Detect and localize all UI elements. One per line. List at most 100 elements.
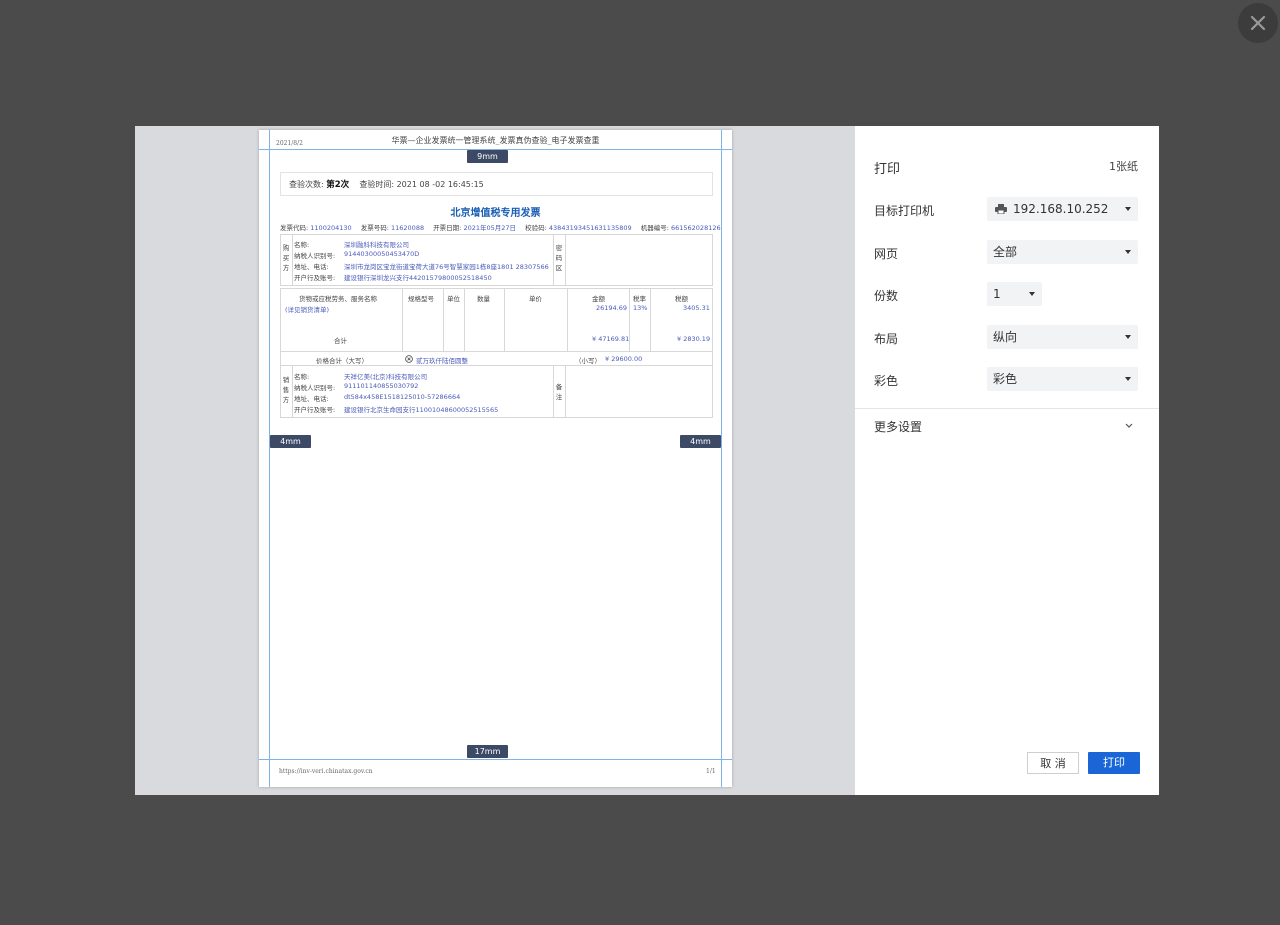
sheet-count: 1张纸 xyxy=(1109,160,1138,173)
seller-bank-value: 建设银行北京生命园支行11001048600052515565 xyxy=(344,406,499,414)
panel-title: 打印 xyxy=(874,162,901,177)
buyer-address-value: 深圳市龙岗区宝龙街道宝荷大道76号智慧家园1栋8座1801 28307566 xyxy=(344,263,549,271)
item-amount: 26194.69 xyxy=(596,304,628,312)
more-settings-toggle[interactable]: 更多设置 xyxy=(855,409,1159,443)
items-header-unit: 单位 xyxy=(447,295,460,303)
meta-label: 发票代码: xyxy=(280,224,309,232)
items-header-amount: 金额 xyxy=(592,295,605,303)
price-total-label: 价格合计（大写） xyxy=(316,357,368,365)
items-total-label: 合计 xyxy=(334,337,347,345)
print-preview: 2021/8/2 华票—企业发票统一管理系统_发票真伪查验_电子发票查重 9mm… xyxy=(135,126,855,795)
buyer-taxid-label: 纳税人识别号: xyxy=(294,252,336,260)
page-footer-number: 1/1 xyxy=(706,768,716,775)
buyer-block: 购买方 名称: 纳税人识别号: 地址、电话: 开户行及账号: 深圳融科科技有限公… xyxy=(280,234,713,286)
layout-value: 纵向 xyxy=(993,330,1018,344)
printer-label: 目标打印机 xyxy=(874,204,935,218)
buyer-name-value: 深圳融科科技有限公司 xyxy=(344,241,409,249)
page-footer-url: https://inv-veri.chinatax.gov.cn xyxy=(279,768,373,775)
items-header-qty: 数量 xyxy=(477,295,490,303)
items-header-tax: 税额 xyxy=(675,295,688,303)
copies-label: 份数 xyxy=(874,289,899,303)
dropdown-arrow-icon xyxy=(1125,207,1131,211)
check-time-label: 查验时间: xyxy=(359,180,395,189)
close-button[interactable] xyxy=(1238,3,1278,43)
items-header-rate: 税率 xyxy=(633,295,646,303)
left-margin-tag[interactable]: 4mm xyxy=(270,435,311,448)
layout-select[interactable]: 纵向 xyxy=(987,325,1138,349)
top-margin-tag[interactable]: 9mm xyxy=(467,150,508,163)
buyer-side-label: 购买方 xyxy=(282,244,290,272)
buyer-address-label: 地址、电话: xyxy=(294,263,329,271)
print-button[interactable]: 打印 xyxy=(1088,752,1140,774)
item-tax: 3405.31 xyxy=(683,304,710,312)
copies-select[interactable]: 1 xyxy=(987,282,1042,306)
meta-label: 校验码: xyxy=(525,224,547,232)
bottom-margin-tag[interactable]: 17mm xyxy=(467,745,508,758)
print-settings-panel: 打印 1张纸 目标打印机 192.168.10.252 网页 全部 份数 1 布… xyxy=(855,126,1159,795)
pages-select[interactable]: 全部 xyxy=(987,240,1138,264)
page-header-title: 华票—企业发票统一管理系统_发票真伪查验_电子发票查重 xyxy=(391,136,600,145)
items-block: 货物或应税劳务、服务名称 规格型号 单位 数量 单价 金额 税率 税额 (详见销… xyxy=(280,288,713,352)
close-icon xyxy=(1250,15,1266,31)
circle-cross-icon xyxy=(405,355,413,363)
meta-value: 2021年05月27日 xyxy=(463,224,517,232)
item-name: (详见销货清单) xyxy=(285,306,330,314)
seller-side-label: 销售方 xyxy=(282,376,290,404)
seller-address-value: dt584x458E1518125010-57286664 xyxy=(344,393,461,401)
items-header-spec: 规格型号 xyxy=(408,295,434,303)
dropdown-arrow-icon xyxy=(1029,292,1035,296)
check-time-value: 2021 08 -02 16:45:15 xyxy=(396,180,484,189)
buyer-taxid-value: 91440300050453470D xyxy=(344,250,420,258)
price-small-label: （小写） xyxy=(575,357,601,365)
code-area-label: 密码区 xyxy=(555,244,563,272)
meta-label: 开票日期: xyxy=(433,224,462,232)
items-header-price: 单价 xyxy=(529,295,542,303)
seller-address-label: 地址、电话: xyxy=(294,395,329,403)
items-total-tax: ¥ 2830.19 xyxy=(677,335,711,343)
bottom-margin-guide xyxy=(259,759,732,760)
meta-value: 11620088 xyxy=(391,224,425,232)
items-header-name: 货物或应税劳务、服务名称 xyxy=(299,295,377,303)
invoice-title: 北京增值税专用发票 xyxy=(450,208,541,219)
meta-value: 1100204130 xyxy=(310,224,352,232)
right-margin-tag[interactable]: 4mm xyxy=(680,435,721,448)
meta-label: 发票号码: xyxy=(360,224,389,232)
print-dialog: 2021/8/2 华票—企业发票统一管理系统_发票真伪查验_电子发票查重 9mm… xyxy=(135,126,1159,795)
price-total-row: 价格合计（大写） 贰万玖仟陆佰圆整 （小写） ¥ 29600.00 xyxy=(280,351,713,366)
left-margin-guide xyxy=(269,130,270,787)
seller-name-value: 天祥亿美(北京)科技有限公司 xyxy=(344,373,428,381)
dropdown-arrow-icon xyxy=(1125,250,1131,254)
check-count-value: 第2次 xyxy=(326,180,350,190)
seller-taxid-value: 911101140855030792 xyxy=(344,382,419,390)
meta-label: 机器编号: xyxy=(640,224,669,232)
price-total-uppercase: 贰万玖仟陆佰圆整 xyxy=(416,357,468,365)
invoice-meta-row: 发票代码: 1100204130 发票号码: 11620088 开票日期: 20… xyxy=(280,222,728,232)
layout-label: 布局 xyxy=(874,332,899,346)
seller-name-label: 名称: xyxy=(294,373,310,381)
price-small-value: ¥ 29600.00 xyxy=(605,355,643,363)
seller-bank-label: 开户行及账号: xyxy=(294,406,336,414)
color-label: 彩色 xyxy=(874,374,899,388)
printer-value: 192.168.10.252 xyxy=(1013,202,1109,216)
buyer-bank-label: 开户行及账号: xyxy=(294,274,336,282)
printer-select[interactable]: 192.168.10.252 xyxy=(987,197,1138,221)
buyer-name-label: 名称: xyxy=(294,241,310,249)
color-value: 彩色 xyxy=(993,372,1018,386)
items-total-amount: ¥ 47169.81 xyxy=(592,335,630,343)
copies-value: 1 xyxy=(993,287,1001,301)
pages-label: 网页 xyxy=(874,247,899,261)
remark-label: 备注 xyxy=(555,383,563,401)
printer-icon xyxy=(995,204,1007,214)
seller-block: 销售方 名称: 纳税人识别号: 地址、电话: 开户行及账号: 天祥亿美(北京)科… xyxy=(280,365,713,418)
check-info-box: 查验次数: 第2次 查验时间: 2021 08 -02 16:45:15 xyxy=(280,172,713,196)
dropdown-arrow-icon xyxy=(1125,377,1131,381)
meta-value: 43843193451631135809 xyxy=(548,224,632,232)
buyer-bank-value: 建设银行深圳龙兴支行44201579800052518450 xyxy=(344,274,492,282)
check-count-label: 查验次数: xyxy=(289,180,324,189)
cancel-button[interactable]: 取 消 xyxy=(1027,752,1079,774)
pages-value: 全部 xyxy=(993,245,1018,259)
dropdown-arrow-icon xyxy=(1125,335,1131,339)
meta-value: 661562028126 xyxy=(670,224,721,232)
chevron-down-icon xyxy=(1125,423,1133,428)
color-select[interactable]: 彩色 xyxy=(987,367,1138,391)
